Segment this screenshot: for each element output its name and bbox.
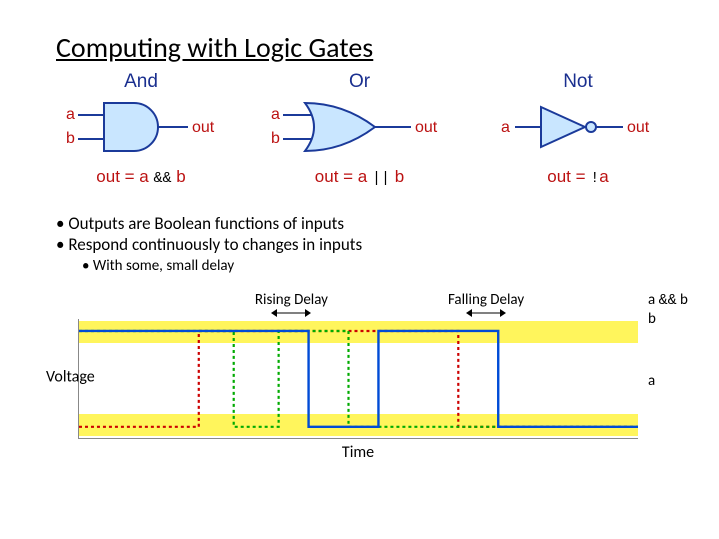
bullet-list: Outputs are Boolean functions of inputs … <box>56 213 663 275</box>
bullet-1: Outputs are Boolean functions of inputs <box>56 213 663 234</box>
not-equation: out = !a <box>547 167 609 187</box>
rising-arrow-icon <box>271 309 311 317</box>
or-equation: out = a || b <box>315 167 404 187</box>
bullet-3: With some, small delay <box>82 257 663 275</box>
timing-traces <box>79 319 638 439</box>
or-label: Or <box>349 71 370 93</box>
or-out: out <box>415 119 438 136</box>
and-label: And <box>124 71 158 93</box>
timing-graph <box>78 319 638 439</box>
timing-diagram: Rising Delay Falling Delay Voltage Time … <box>56 291 663 462</box>
not-gate-symbol: a out <box>493 95 663 165</box>
falling-delay-label: Falling Delay <box>448 291 524 317</box>
not-eq-post: a <box>599 167 608 186</box>
rising-delay-label: Rising Delay <box>255 291 328 317</box>
not-out: out <box>627 119 650 136</box>
and-out: out <box>192 119 215 136</box>
signal-legend: a && b b a <box>648 291 688 390</box>
falling-arrow-icon <box>466 309 506 317</box>
not-eq-op: ! <box>590 170 599 187</box>
bullet-2: Respond continuously to changes in input… <box>56 234 663 255</box>
not-in-a: a <box>501 119 510 136</box>
and-gate: And a b out out = a && b <box>56 71 226 187</box>
or-in-a: a <box>271 106 280 123</box>
legend-b: b <box>648 310 688 328</box>
and-eq-pre: out = a <box>96 167 153 186</box>
or-eq-op: || <box>372 170 390 187</box>
gates-row: And a b out out = a && b Or a b out out … <box>56 71 663 187</box>
or-eq-post: b <box>390 167 404 186</box>
y-axis-label: Voltage <box>46 367 95 386</box>
or-gate-symbol: a b out <box>265 95 455 165</box>
not-gate: Not a out out = !a <box>493 71 663 187</box>
and-in-b: b <box>66 130 75 147</box>
and-gate-symbol: a b out <box>56 95 226 165</box>
page-title: Computing with Logic Gates <box>56 30 663 65</box>
and-in-a: a <box>66 106 75 123</box>
or-eq-pre: out = a <box>315 167 372 186</box>
x-axis-label: Time <box>78 443 638 462</box>
or-in-b: b <box>271 130 280 147</box>
and-equation: out = a && b <box>96 167 185 187</box>
legend-a: a <box>648 372 688 390</box>
legend-out: a && b <box>648 291 688 310</box>
and-eq-op: && <box>153 170 171 187</box>
falling-delay-text: Falling Delay <box>448 291 524 309</box>
and-eq-post: b <box>172 167 186 186</box>
rising-delay-text: Rising Delay <box>255 291 328 309</box>
not-eq-pre: out = <box>547 167 590 186</box>
or-gate: Or a b out out = a || b <box>265 71 455 187</box>
not-label: Not <box>563 71 593 93</box>
